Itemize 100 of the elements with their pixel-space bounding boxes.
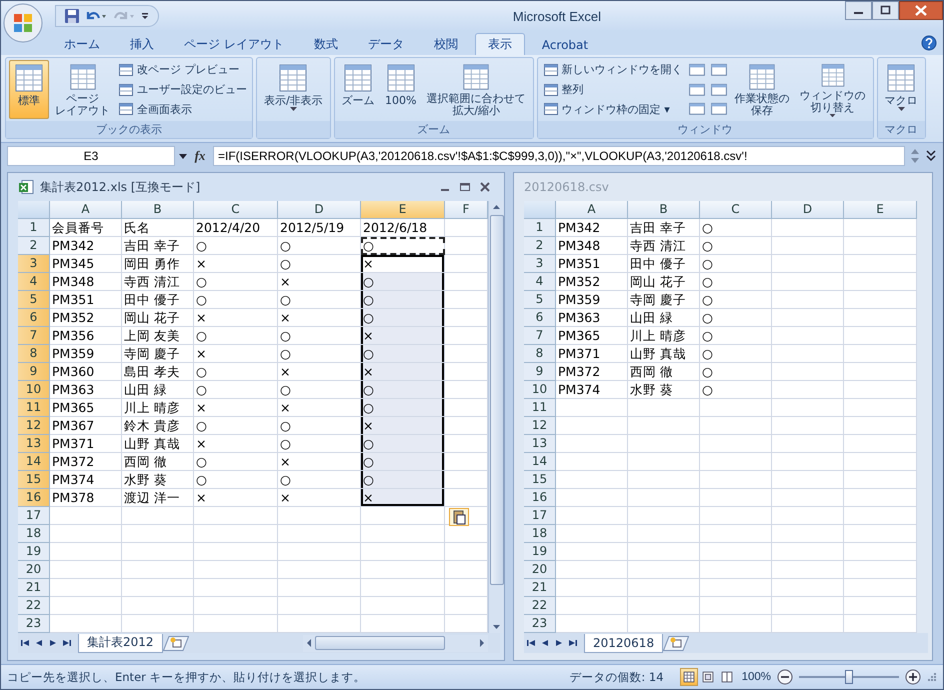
ribbon-button[interactable]: ウィンドウの 切り替え: [796, 60, 870, 119]
ribbon-button[interactable]: マクロ: [880, 60, 922, 119]
row-header[interactable]: 18: [18, 525, 50, 543]
row-header[interactable]: 12: [524, 417, 556, 435]
row-header[interactable]: 3: [524, 255, 556, 273]
ribbon-tab[interactable]: 校閲: [420, 33, 471, 55]
restore-icon[interactable]: [458, 181, 472, 193]
row-header[interactable]: 11: [18, 399, 50, 417]
insert-sheet-icon[interactable]: [162, 635, 189, 651]
row-header[interactable]: 6: [524, 309, 556, 327]
last-sheet-icon[interactable]: [566, 637, 580, 649]
row-header[interactable]: 9: [18, 363, 50, 381]
row-header[interactable]: 14: [18, 453, 50, 471]
ribbon-tab[interactable]: ページ レイアウト: [171, 33, 297, 55]
row-header[interactable]: 7: [524, 327, 556, 345]
minimize-button[interactable]: [845, 1, 872, 20]
row-header[interactable]: 11: [524, 399, 556, 417]
column-header[interactable]: A: [50, 201, 122, 219]
row-header[interactable]: 21: [18, 579, 50, 597]
zoom-out-icon[interactable]: [777, 669, 793, 685]
ribbon-button[interactable]: 新しいウィンドウを開く: [540, 60, 685, 80]
sheet-tab[interactable]: 集計表2012: [78, 634, 163, 652]
save-icon[interactable]: [64, 8, 80, 24]
ribbon-tab[interactable]: 挿入: [117, 33, 167, 55]
column-header[interactable]: E: [361, 201, 445, 219]
row-header[interactable]: 1: [524, 219, 556, 237]
row-header[interactable]: 8: [524, 345, 556, 363]
row-header[interactable]: 13: [524, 435, 556, 453]
row-header[interactable]: 8: [18, 345, 50, 363]
row-header[interactable]: 17: [524, 507, 556, 525]
ribbon-button[interactable]: ウィンドウ枠の固定 ▾: [540, 99, 685, 120]
row-header[interactable]: 9: [524, 363, 556, 381]
ribbon-button[interactable]: 選択範囲に合わせて 拡大/縮小: [422, 60, 530, 119]
row-header[interactable]: 5: [18, 291, 50, 309]
row-header[interactable]: 17: [18, 507, 50, 525]
normal-view-icon[interactable]: [680, 668, 698, 686]
formula-field[interactable]: =IF(ISERROR(VLOOKUP(A3,'20120618.csv'!$A$1:$C$999,3,0)),"×",VLOOKUP(A3,'20120618.csv'!: [213, 146, 905, 166]
zoom-in-icon[interactable]: [905, 669, 921, 685]
row-header[interactable]: 7: [18, 327, 50, 345]
ribbon-tab[interactable]: Acrobat: [528, 33, 602, 55]
row-header[interactable]: 1: [18, 219, 50, 237]
ribbon-button[interactable]: 標準: [9, 60, 49, 119]
row-header[interactable]: 15: [524, 471, 556, 489]
column-header[interactable]: A: [556, 201, 628, 219]
row-header[interactable]: 20: [524, 561, 556, 579]
row-header[interactable]: 16: [524, 489, 556, 507]
caret-icon[interactable]: [179, 154, 187, 158]
row-header[interactable]: 20: [18, 561, 50, 579]
ribbon-button[interactable]: 表示/非表示: [260, 60, 327, 119]
ribbon-tab[interactable]: データ: [354, 33, 417, 55]
column-header[interactable]: B: [628, 201, 700, 219]
close-icon[interactable]: [478, 181, 492, 193]
ribbon-button[interactable]: 整列: [540, 80, 685, 100]
ribbon-button[interactable]: 100%: [380, 60, 421, 119]
ribbon-button[interactable]: ページ レイアウト: [51, 60, 114, 119]
column-header[interactable]: D: [772, 201, 844, 219]
row-header[interactable]: 2: [18, 237, 50, 255]
insert-sheet-icon[interactable]: [663, 635, 690, 651]
sheet-tab[interactable]: 20120618: [584, 634, 664, 652]
row-header[interactable]: 14: [524, 453, 556, 471]
name-box[interactable]: E3: [7, 146, 175, 166]
row-header[interactable]: 2: [524, 237, 556, 255]
first-sheet-icon[interactable]: [18, 637, 32, 649]
first-sheet-icon[interactable]: [524, 637, 538, 649]
row-header[interactable]: 19: [524, 543, 556, 561]
row-header[interactable]: 10: [18, 381, 50, 399]
row-header[interactable]: 13: [18, 435, 50, 453]
row-header[interactable]: 22: [18, 597, 50, 615]
close-button[interactable]: [899, 1, 943, 20]
column-header[interactable]: B: [122, 201, 194, 219]
paste-options-icon[interactable]: [449, 508, 469, 526]
row-header[interactable]: 22: [524, 597, 556, 615]
row-header[interactable]: 3: [18, 255, 50, 273]
row-header[interactable]: 16: [18, 489, 50, 507]
row-header[interactable]: 5: [524, 291, 556, 309]
row-header[interactable]: 4: [524, 273, 556, 291]
ribbon-tab[interactable]: 表示: [474, 33, 525, 55]
column-header[interactable]: C: [194, 201, 278, 219]
column-header[interactable]: F: [445, 201, 488, 219]
ribbon-tab[interactable]: ホーム: [51, 33, 113, 55]
last-sheet-icon[interactable]: [60, 637, 74, 649]
ribbon-button[interactable]: 作業状態の 保存: [730, 60, 794, 119]
ribbon-button[interactable]: ズーム: [338, 60, 379, 119]
row-header[interactable]: 21: [524, 579, 556, 597]
ribbon-button[interactable]: 全画面表示: [116, 99, 249, 120]
row-header[interactable]: 12: [18, 417, 50, 435]
row-header[interactable]: 6: [18, 309, 50, 327]
row-header[interactable]: 23: [524, 615, 556, 633]
insert-function-button[interactable]: fx: [191, 148, 209, 164]
scrollbar-thumb[interactable]: [490, 215, 504, 585]
column-header[interactable]: C: [700, 201, 772, 219]
row-header[interactable]: 15: [18, 471, 50, 489]
row-header[interactable]: 18: [524, 525, 556, 543]
scrollbar-thumb[interactable]: [315, 636, 445, 650]
row-header[interactable]: 10: [524, 381, 556, 399]
zoom-slider-thumb[interactable]: [845, 670, 853, 684]
maximize-button[interactable]: [872, 1, 899, 20]
row-header[interactable]: 4: [18, 273, 50, 291]
column-header[interactable]: E: [844, 201, 917, 219]
ribbon-button[interactable]: 改ページ プレビュー: [116, 60, 249, 80]
